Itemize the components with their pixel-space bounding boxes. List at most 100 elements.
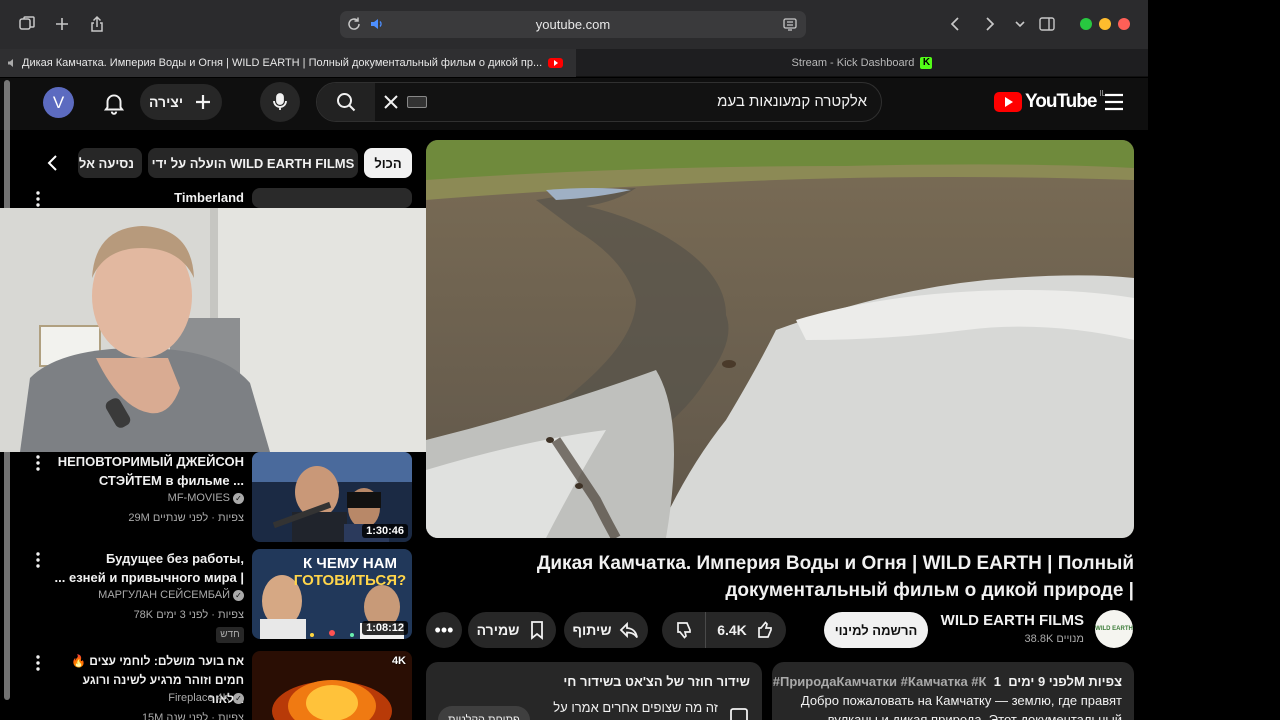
sidebar-icon[interactable] xyxy=(1035,12,1059,36)
more-actions-icon[interactable] xyxy=(32,551,44,569)
notifications-bell-icon[interactable] xyxy=(101,90,127,116)
related-channel[interactable]: МАРГУЛАН СЕЙСЕМБАЙ ✓ xyxy=(60,589,244,601)
video-duration: 1:08:12 xyxy=(362,621,408,635)
youtube-favicon-icon xyxy=(548,58,564,68)
address-bar[interactable]: youtube.com xyxy=(340,11,806,38)
create-button[interactable]: יצירה xyxy=(140,84,222,120)
youtube-logo[interactable]: YouTube IL xyxy=(994,89,1106,113)
tab-overview-icon[interactable] xyxy=(15,12,39,36)
chip-uploaded-by[interactable]: הועלה על ידי WILD EARTH FILMS xyxy=(148,148,358,178)
more-actions-icon[interactable] xyxy=(32,454,44,472)
new-badge: חדש xyxy=(216,627,244,643)
share-icon[interactable] xyxy=(85,12,109,36)
share-arrow-icon xyxy=(620,621,639,639)
like-count: 6.4K xyxy=(717,622,747,638)
chips-scroll-back-icon[interactable] xyxy=(40,150,66,176)
new-tab-icon[interactable] xyxy=(50,12,74,36)
clear-search-icon[interactable] xyxy=(381,92,401,112)
related-channel-name: Fireplace 4K xyxy=(168,692,230,704)
chevron-down-icon[interactable] xyxy=(1008,12,1032,36)
description-hashtags[interactable]: #ПриродаКамчатки #Камчатка #К xyxy=(773,674,987,689)
thumbnail-4k-label: 4K xyxy=(391,655,406,667)
related-meta: 29M צפיות · לפני שנתיים xyxy=(128,512,244,524)
tab-youtube-title: Дикая Камчатка. Империя Воды и Огня | WI… xyxy=(22,57,543,69)
verified-icon: ✓ xyxy=(233,692,244,704)
thumbs-up-icon xyxy=(757,621,772,638)
keyboard-icon[interactable] xyxy=(407,96,427,108)
chip-all[interactable]: הכול xyxy=(364,148,412,178)
search-icon xyxy=(337,93,356,112)
video-title-line: документальный фильм о дикой природе | xyxy=(725,580,1134,601)
search-query-text: אלקטרה קמעונאות בעמ xyxy=(717,93,867,110)
related-channel[interactable]: MF-MOVIES ✓ xyxy=(60,492,244,504)
menu-hamburger-icon[interactable] xyxy=(1102,91,1126,113)
related-title-line: Будущее без работы, xyxy=(106,551,244,566)
thumbs-down-icon xyxy=(676,622,691,639)
related-thumbnail[interactable]: 1:30:46 xyxy=(252,452,412,542)
video-player[interactable] xyxy=(426,140,1134,538)
save-button[interactable]: שמירה xyxy=(468,612,556,648)
speaker-icon[interactable] xyxy=(6,57,18,69)
thumbnail-caption-line: К ЧЕМУ НАМ xyxy=(302,555,398,572)
reader-icon[interactable] xyxy=(782,16,798,32)
youtube-header: V יצירה אלקטרה קמעונאות בעמ YouTube IL xyxy=(0,78,1148,130)
related-meta: 15M צפיות · לפני שנה xyxy=(141,712,244,720)
tab-kick[interactable]: Stream - Kick Dashboard K xyxy=(576,49,1148,77)
search-input[interactable]: אלקטרה קמעונאות בעמ xyxy=(316,82,882,122)
create-label: יצירה xyxy=(148,94,184,110)
related-title[interactable]: Будущее без работы, ... езней и привычно… xyxy=(50,549,244,587)
share-label: שיתוף xyxy=(572,622,612,638)
account-avatar[interactable]: V xyxy=(43,87,74,118)
verified-icon: ✓ xyxy=(233,492,244,504)
related-channel-name: МАРГУЛАН СЕЙСЕМБАЙ xyxy=(98,589,230,601)
thumbnail-caption-line: ГОТОВИТЬСЯ? xyxy=(293,572,407,589)
related-title-line: НЕПОВТОРИМЫЙ ДЖЕЙСОН xyxy=(57,454,244,469)
related-thumbnail[interactable] xyxy=(252,188,412,208)
related-meta: 78K צפיות · לפני 3 ימים xyxy=(133,609,244,621)
streamer-webcam-overlay xyxy=(0,208,431,452)
chip-travel[interactable]: נסיעה אל xyxy=(78,148,142,178)
live-chat-replay-panel[interactable]: שידור חוזר של הצ'אט בשידור חי זה מה שצופ… xyxy=(426,662,762,720)
back-icon[interactable] xyxy=(944,12,968,36)
tab-strip: Дикая Камчатка. Империя Воды и Огня | WI… xyxy=(0,49,1148,77)
tab-youtube[interactable]: Дикая Камчатка. Империя Воды и Огня | WI… xyxy=(0,49,576,77)
thumbnail-caption: К ЧЕМУ НАМ ГОТОВИТЬСЯ? xyxy=(292,555,408,589)
browser-toolbar: youtube.com xyxy=(0,0,1148,49)
share-button[interactable]: שיתוף xyxy=(564,612,648,648)
related-thumbnail[interactable]: К ЧЕМУ НАМ ГОТОВИТЬСЯ? 1:08:12 xyxy=(252,549,412,639)
description-text: ... вулканы и дикая природа. Этот докуме… xyxy=(813,712,1122,720)
tab-kick-title: Stream - Kick Dashboard xyxy=(791,57,915,69)
voice-search-button[interactable] xyxy=(260,82,300,122)
related-thumbnail[interactable]: 4K xyxy=(252,651,412,720)
live-chat-title: שידור חוזר של הצ'אט בשידור חי xyxy=(563,674,750,689)
related-title-line: СТЭЙТЕМ в фильме ... xyxy=(98,473,244,488)
more-actions-icon[interactable] xyxy=(32,654,44,672)
search-button[interactable] xyxy=(317,83,375,121)
save-label: שמירה xyxy=(476,622,520,638)
related-title[interactable]: Timberland xyxy=(60,188,244,207)
channel-avatar[interactable]: WILD EARTH xyxy=(1095,610,1133,648)
live-chat-subtitle: זה מה שצופים אחרים אמרו על xyxy=(553,700,718,715)
window-minimize-button[interactable] xyxy=(1099,18,1111,30)
desktop-background xyxy=(1148,0,1280,720)
more-actions-icon[interactable] xyxy=(32,190,44,208)
related-title[interactable]: НЕПОВТОРИМЫЙ ДЖЕЙСОН СТЭЙТЕМ в фильме ..… xyxy=(50,452,244,490)
related-channel[interactable]: Fireplace 4K ✓ xyxy=(60,692,244,704)
more-actions-button[interactable]: ••• xyxy=(426,612,462,648)
video-duration: 1:30:46 xyxy=(362,524,408,538)
open-chat-button[interactable]: פתיחת הקלטות xyxy=(438,706,530,720)
forward-icon[interactable] xyxy=(977,12,1001,36)
window-zoom-button[interactable] xyxy=(1080,18,1092,30)
like-button[interactable]: 6.4K xyxy=(706,612,786,648)
bookmark-icon xyxy=(531,621,544,640)
microphone-icon xyxy=(273,93,287,110)
youtube-logo-text: YouTube xyxy=(1025,91,1097,112)
subscriber-count: 38.8K מנויים xyxy=(1024,633,1084,645)
dislike-button[interactable] xyxy=(662,612,706,648)
window-close-button[interactable] xyxy=(1118,18,1130,30)
related-title-line: 🔥 אח בוער מושלם: לוחמי עצים xyxy=(70,654,244,668)
upload-date: לפני 9 ימים xyxy=(1008,674,1074,689)
related-title-line: ... езней и привычного мира | xyxy=(54,570,244,585)
channel-name[interactable]: WILD EARTH FILMS xyxy=(900,612,1084,629)
description-panel[interactable]: #ПриродаКамчатки #Камчатка #К לפני 9 ימי… xyxy=(772,662,1134,720)
